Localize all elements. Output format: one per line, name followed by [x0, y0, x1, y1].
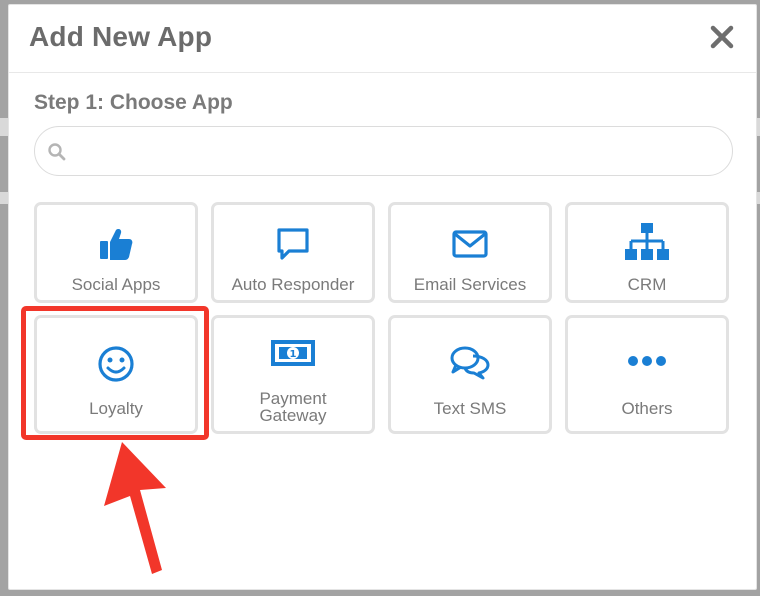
app-tile-loyalty[interactable]: Loyalty — [34, 315, 198, 434]
modal-header: Add New App — [9, 5, 756, 73]
app-tile-others[interactable]: Others — [565, 315, 729, 434]
sitemap-icon — [625, 223, 669, 260]
svg-text:1: 1 — [290, 349, 297, 360]
search-box[interactable] — [34, 126, 733, 176]
app-tile-label: Loyalty — [89, 399, 143, 418]
close-button[interactable] — [708, 23, 736, 51]
chat-bubbles-icon — [450, 346, 490, 380]
close-icon — [710, 25, 734, 49]
add-app-modal: Add New App Step 1: Choose App Social Ap… — [8, 4, 757, 590]
app-tile-social-apps[interactable]: Social Apps — [34, 202, 198, 303]
ellipsis-icon — [628, 356, 666, 366]
modal-title: Add New App — [29, 21, 213, 52]
app-tile-label: Auto Responder — [231, 275, 355, 294]
app-tile-label: Social Apps — [71, 275, 161, 294]
app-tile-payment-gateway[interactable]: 1 Payment Gateway — [211, 315, 375, 434]
thumbs-up-icon — [100, 229, 133, 260]
money-bill-icon: 1 — [271, 340, 315, 366]
app-tile-label: CRM — [627, 275, 667, 294]
app-tile-crm[interactable]: CRM — [565, 202, 729, 303]
search-icon — [48, 143, 66, 161]
speech-bubble-icon — [277, 228, 309, 260]
envelope-icon — [452, 230, 488, 258]
app-tile-text-sms[interactable]: Text SMS — [388, 315, 552, 434]
app-tile-label: Payment Gateway — [259, 389, 327, 425]
smiley-icon — [98, 346, 134, 382]
search-input[interactable] — [77, 135, 721, 169]
app-tile-auto-responder[interactable]: Auto Responder — [211, 202, 375, 303]
app-tile-label: Others — [621, 399, 673, 418]
app-tile-email-services[interactable]: Email Services — [388, 202, 552, 303]
app-tile-label: Text SMS — [433, 399, 507, 418]
app-tile-label: Email Services — [413, 275, 527, 294]
step-title: Step 1: Choose App — [34, 91, 233, 114]
